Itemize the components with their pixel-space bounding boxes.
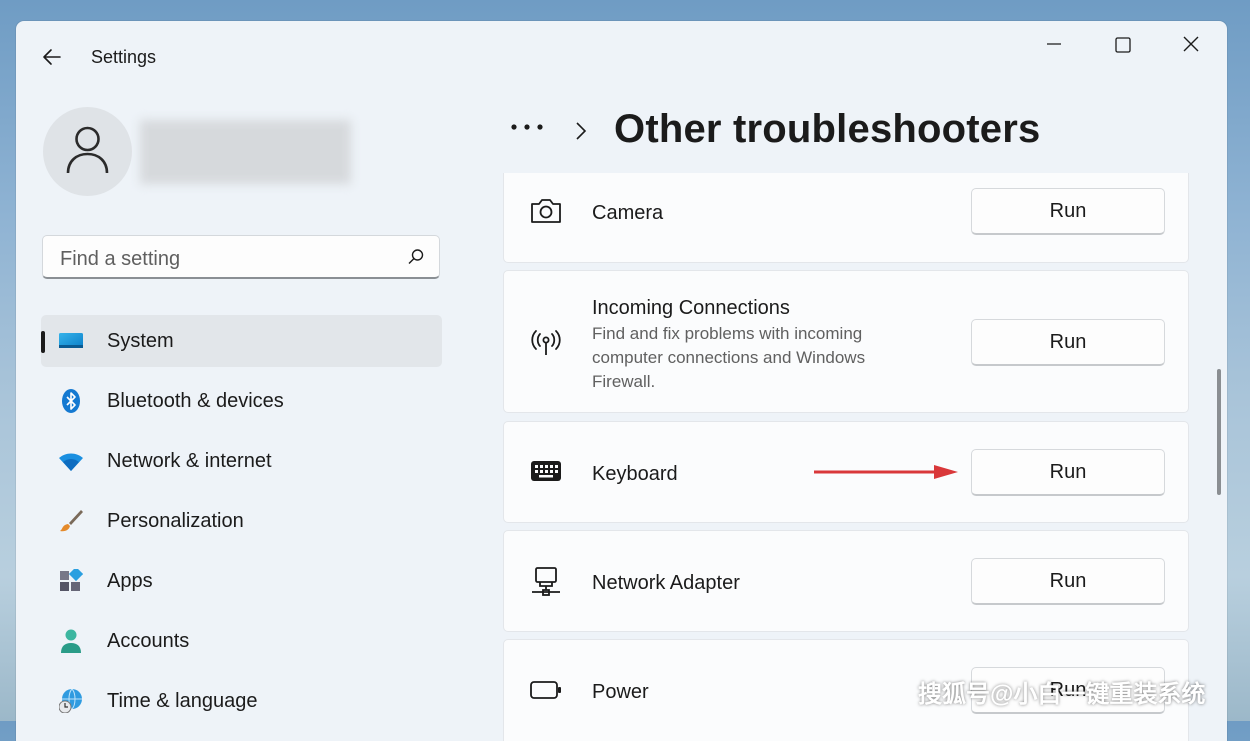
sidebar-item-bluetooth[interactable]: Bluetooth & devices <box>41 375 442 427</box>
camera-icon <box>530 195 562 227</box>
maximize-button[interactable] <box>1104 33 1140 69</box>
settings-window: Settings System Bluetooth & devices <box>16 21 1227 741</box>
camera-run-button[interactable]: Run <box>971 188 1165 235</box>
paintbrush-icon <box>59 509 83 533</box>
avatar[interactable] <box>43 107 132 196</box>
selection-indicator <box>41 331 45 353</box>
sidebar-item-time-language[interactable]: Time & language <box>41 675 442 727</box>
scrollbar-thumb[interactable] <box>1217 369 1221 495</box>
bluetooth-icon <box>59 389 83 413</box>
sidebar-item-label: Apps <box>107 570 153 592</box>
person-icon <box>66 126 109 174</box>
sidebar-item-accounts[interactable]: Accounts <box>41 615 442 667</box>
troubleshooter-description: Find and fix problems with incoming comp… <box>592 324 866 391</box>
account-name-redacted <box>140 120 351 184</box>
globe-clock-icon <box>58 688 83 714</box>
troubleshooter-card-incoming-connections: Incoming Connections Find and fix proble… <box>503 270 1189 413</box>
sidebar-item-label: System <box>107 330 174 352</box>
keyboard-icon <box>530 457 562 489</box>
sidebar-item-label: Time & language <box>107 690 258 712</box>
back-arrow-icon[interactable] <box>40 45 64 69</box>
troubleshooter-title: Camera <box>592 202 664 224</box>
display-icon <box>59 329 83 353</box>
troubleshooter-card-network-adapter: Network Adapter Run <box>503 530 1189 632</box>
search-input[interactable] <box>58 245 392 273</box>
sidebar-item-label: Accounts <box>107 630 190 652</box>
keyboard-run-button[interactable]: Run <box>971 449 1165 496</box>
sidebar-item-system[interactable]: System <box>41 315 442 367</box>
sidebar-item-label: Network & internet <box>107 450 272 472</box>
sidebar-item-network[interactable]: Network & internet <box>41 435 442 487</box>
watermark: 搜狐号@小白一键重装系统 <box>918 681 1206 708</box>
sidebar-item-personalization[interactable]: Personalization <box>41 495 442 547</box>
troubleshooter-card-camera: Camera Run <box>503 173 1189 263</box>
app-title: Settings <box>91 47 157 67</box>
troubleshooter-title: Power <box>592 681 649 703</box>
minimize-button[interactable] <box>1036 33 1072 69</box>
sidebar-item-label: Personalization <box>107 510 244 532</box>
antenna-icon <box>530 326 562 358</box>
troubleshooter-title: Keyboard <box>592 463 678 485</box>
sidebar-item-apps[interactable]: Apps <box>41 555 442 607</box>
person-icon <box>59 629 83 653</box>
annotation-arrow <box>814 465 958 479</box>
troubleshooter-title: Network Adapter <box>592 572 740 594</box>
network-adapter-run-button[interactable]: Run <box>971 558 1165 605</box>
breadcrumb-more-button[interactable] <box>508 117 548 137</box>
battery-icon <box>530 675 562 707</box>
apps-icon <box>59 566 84 593</box>
chevron-right-icon <box>574 121 588 146</box>
wifi-icon <box>59 449 83 473</box>
close-button[interactable] <box>1173 33 1209 69</box>
incoming-connections-run-button[interactable]: Run <box>971 319 1165 366</box>
troubleshooter-title: Incoming Connections <box>592 297 790 319</box>
page-title: Other troubleshooters <box>614 107 1041 151</box>
search-box[interactable] <box>42 235 440 279</box>
sidebar-item-label: Bluetooth & devices <box>107 390 284 412</box>
network-adapter-icon <box>530 566 562 598</box>
search-icon[interactable] <box>407 248 425 271</box>
